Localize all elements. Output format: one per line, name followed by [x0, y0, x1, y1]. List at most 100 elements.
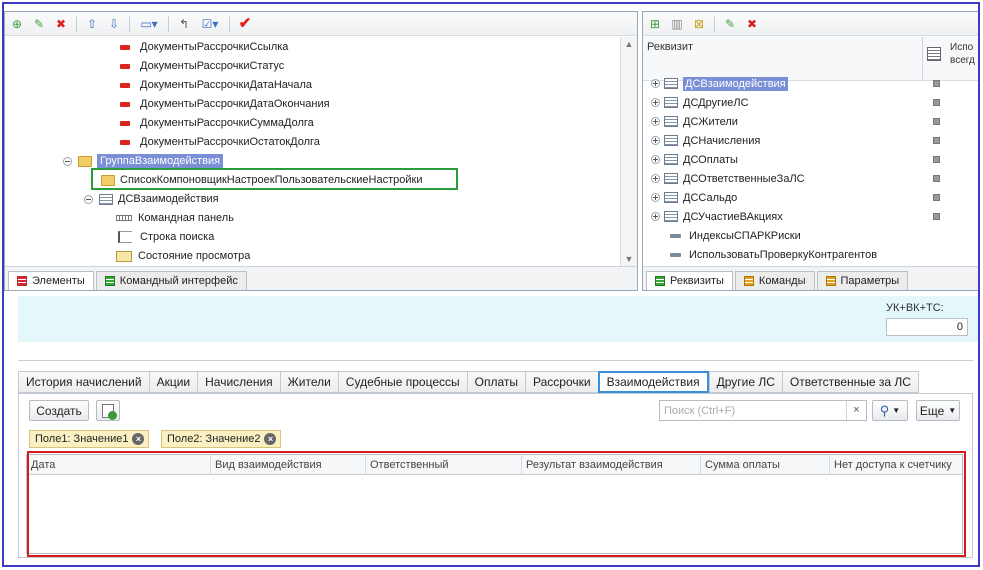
clear-search-icon[interactable]: ×: [846, 401, 866, 420]
tab-payments[interactable]: Оплаты: [466, 371, 525, 393]
use-always-checkbox[interactable]: [933, 175, 940, 182]
expand-icon[interactable]: [651, 193, 660, 202]
scroll-down-icon[interactable]: ▼: [621, 252, 637, 266]
search-field[interactable]: ×: [659, 400, 867, 421]
use-always-checkbox[interactable]: [933, 99, 940, 106]
attribute-row[interactable]: ДСНачисления: [643, 131, 978, 150]
tab-accrual-history[interactable]: История начислений: [18, 371, 149, 393]
add-attribute-icon[interactable]: ⊞: [645, 15, 665, 33]
tree-item[interactable]: ДокументыРассрочкиСсылка: [120, 38, 288, 56]
interactions-table: Дата Вид взаимодействия Ответственный Ре…: [26, 454, 963, 554]
create-button[interactable]: Создать: [29, 400, 89, 421]
tab-commands[interactable]: Команды: [734, 271, 815, 290]
add-copy-button[interactable]: [96, 400, 120, 421]
attribute-row[interactable]: ИспользоватьПроверкуКонтрагентов: [643, 245, 978, 264]
edit-icon[interactable]: ✎: [720, 15, 740, 33]
tree-item[interactable]: ДСВзаимодействия: [84, 190, 219, 208]
checkmark-icon[interactable]: ✔: [235, 15, 255, 33]
column-payment-amount[interactable]: Сумма оплаты: [701, 455, 830, 475]
uk-vk-ts-field[interactable]: 0: [886, 318, 968, 336]
table-icon: [664, 154, 678, 165]
column-header-use-always[interactable]: Испо всегд: [950, 41, 975, 67]
edit-icon[interactable]: ✎: [29, 15, 49, 33]
collapse-icon[interactable]: [63, 156, 72, 166]
delete-icon[interactable]: ✖: [742, 15, 762, 33]
tree-item[interactable]: Командная панель: [116, 209, 234, 227]
tab-other-accounts[interactable]: Другие ЛС: [708, 371, 782, 393]
table-icon: [664, 211, 678, 222]
tree-item[interactable]: ДокументыРассрочкиДатаОкончания: [120, 95, 330, 113]
tree-item[interactable]: Строка поиска: [118, 228, 214, 246]
attribute-row[interactable]: ДСУчастиеВАкциях: [643, 207, 978, 226]
uk-vk-ts-label: УК+ВК+ТС:: [886, 302, 944, 314]
expand-icon[interactable]: [651, 79, 660, 88]
tab-installments[interactable]: Рассрочки: [525, 371, 598, 393]
attribute-row[interactable]: ДСОтветственныеЗаЛС: [643, 169, 978, 188]
tree-scrollbar[interactable]: ▲ ▼: [620, 37, 637, 266]
tree-item[interactable]: ДокументыРассрочкиОстатокДолга: [120, 133, 320, 151]
expand-icon[interactable]: [651, 117, 660, 126]
tree-item[interactable]: Состояние просмотра: [116, 247, 250, 265]
header-strip: [18, 296, 980, 342]
move-up-icon[interactable]: ⇧: [82, 15, 102, 33]
expand-icon[interactable]: [651, 174, 660, 183]
attribute-row[interactable]: ИндексыСПАРКРиски: [643, 226, 978, 245]
use-always-checkbox[interactable]: [933, 80, 940, 87]
tab-promotions[interactable]: Акции: [148, 371, 198, 393]
search-button[interactable]: ⚲ ▼: [872, 400, 908, 421]
tab-elements[interactable]: Элементы: [8, 271, 94, 290]
attribute-row[interactable]: ДСОплаты: [643, 150, 978, 169]
tab-parameters[interactable]: Параметры: [816, 271, 909, 290]
check-icon[interactable]: ☑▾: [196, 15, 224, 33]
scroll-up-icon[interactable]: ▲: [621, 37, 637, 51]
search-input[interactable]: [660, 401, 840, 420]
column-interaction-result[interactable]: Результат взаимодействия: [522, 455, 701, 475]
remove-filter-icon[interactable]: ×: [264, 433, 277, 445]
toolbar-divider: [76, 15, 77, 32]
expand-icon[interactable]: [651, 212, 660, 221]
attribute-row[interactable]: ДСВзаимодействия: [643, 74, 978, 93]
column-date[interactable]: Дата: [27, 455, 211, 475]
filter-chip[interactable]: Поле1: Значение1 ×: [29, 430, 150, 448]
use-always-checkbox[interactable]: [933, 156, 940, 163]
use-always-checkbox[interactable]: [933, 213, 940, 220]
attribute-row[interactable]: ДСЖители: [643, 112, 978, 131]
more-button[interactable]: Еще ▼: [916, 400, 960, 421]
undo-icon[interactable]: ↰: [174, 15, 194, 33]
attribute-row[interactable]: ДСДругиеЛС: [643, 93, 978, 112]
column-responsible[interactable]: Ответственный: [366, 455, 522, 475]
tree-item-label: ДокументыРассрочкиСсылка: [140, 41, 289, 53]
tab-attributes[interactable]: Реквизиты: [646, 271, 733, 290]
tab-command-interface[interactable]: Командный интерфейс: [95, 271, 247, 290]
attribute-row[interactable]: ДССальдо: [643, 188, 978, 207]
use-always-checkbox[interactable]: [933, 137, 940, 144]
move-down-icon[interactable]: ⇩: [104, 15, 124, 33]
command-panel-icon: [116, 215, 132, 221]
expand-icon[interactable]: [651, 155, 660, 164]
delete-icon[interactable]: ✖: [51, 15, 71, 33]
tab-residents[interactable]: Жители: [279, 371, 338, 393]
expand-icon[interactable]: [651, 136, 660, 145]
tab-accruals[interactable]: Начисления: [197, 371, 280, 393]
add-icon[interactable]: ⊕: [7, 15, 27, 33]
column-no-meter-access[interactable]: Нет доступа к счетчику: [830, 455, 962, 475]
tree-item[interactable]: ДокументыРассрочкиДатаНачала: [120, 76, 312, 94]
column-header-attribute[interactable]: Реквизит: [647, 41, 693, 53]
remove-filter-icon[interactable]: ×: [132, 433, 145, 445]
tab-responsible[interactable]: Ответственные за ЛС: [781, 371, 919, 393]
filter-chip[interactable]: Поле2: Значение2 ×: [161, 430, 282, 448]
tab-court-cases[interactable]: Судебные процессы: [337, 371, 467, 393]
tree-item[interactable]: ДокументыРассрочкиСуммаДолга: [120, 114, 314, 132]
attribute-label: ДСНачисления: [683, 134, 761, 147]
form-view-icon[interactable]: ▭▾: [135, 15, 163, 33]
expand-icon[interactable]: [651, 98, 660, 107]
add-table-icon[interactable]: ⊠: [689, 15, 709, 33]
use-always-checkbox[interactable]: [933, 118, 940, 125]
use-always-checkbox[interactable]: [933, 194, 940, 201]
add-column-icon[interactable]: ▥: [667, 15, 687, 33]
tree-item[interactable]: ДокументыРассрочкиСтатус: [120, 57, 284, 75]
tab-label: Реквизиты: [670, 275, 724, 287]
tab-interactions[interactable]: Взаимодействия: [597, 371, 709, 393]
collapse-icon[interactable]: [84, 194, 93, 204]
column-interaction-type[interactable]: Вид взаимодействия: [211, 455, 366, 475]
